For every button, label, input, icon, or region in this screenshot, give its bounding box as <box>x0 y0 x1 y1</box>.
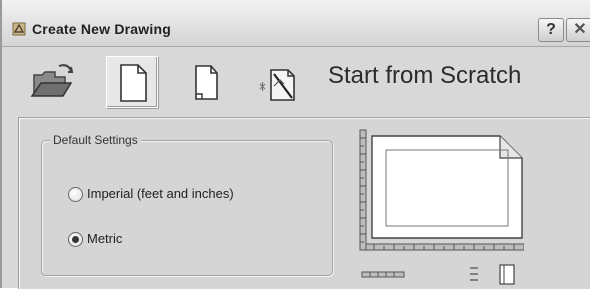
mode-toolbar: Start from Scratch <box>2 47 590 115</box>
blank-page-icon <box>120 64 147 102</box>
horizontal-ruler-icon <box>361 271 405 278</box>
page-layout-icon <box>499 264 515 285</box>
app-icon <box>12 22 26 36</box>
create-new-drawing-dialog: Create New Drawing ? ✕ Start from Scratc… <box>0 0 590 289</box>
imperial-label: Imperial (feet and inches) <box>87 186 234 201</box>
use-wizard-button[interactable] <box>252 56 304 108</box>
list-view-icon <box>470 267 478 281</box>
drawing-preview <box>358 128 525 258</box>
help-button[interactable]: ? <box>538 18 564 42</box>
start-from-scratch-button[interactable] <box>106 56 158 108</box>
window-title: Create New Drawing <box>32 21 171 37</box>
sheet-preview-graphic <box>359 129 525 251</box>
folder-open-icon <box>30 64 74 97</box>
close-button[interactable]: ✕ <box>566 18 590 42</box>
title-bar[interactable]: Create New Drawing ? ✕ <box>2 0 590 47</box>
metric-label: Metric <box>87 231 123 246</box>
use-template-button[interactable] <box>180 56 232 108</box>
template-page-icon <box>195 65 218 100</box>
wizard-icon <box>259 69 295 101</box>
imperial-radio[interactable] <box>68 187 83 202</box>
preview-controls <box>358 262 528 286</box>
group-legend: Default Settings <box>50 133 141 147</box>
metric-radio[interactable] <box>68 232 83 247</box>
page-title: Start from Scratch <box>328 62 522 89</box>
default-settings-group: Default Settings Imperial (feet and inch… <box>41 133 333 276</box>
open-drawing-button[interactable] <box>28 56 80 108</box>
